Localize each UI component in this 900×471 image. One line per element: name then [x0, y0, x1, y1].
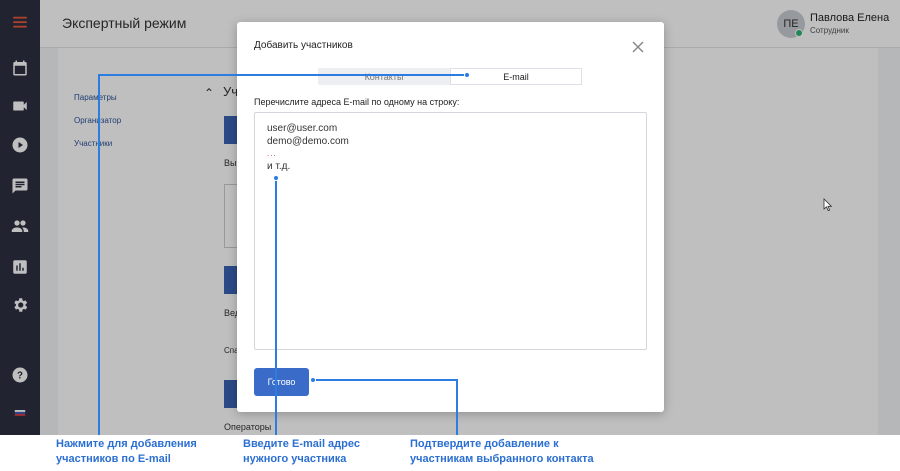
callout-line-tab-h	[98, 74, 467, 76]
dialog-title: Добавить участников	[254, 40, 353, 51]
tab-email[interactable]: E-mail	[450, 68, 582, 85]
email-line: demo@demo.com	[267, 136, 349, 147]
email-textarea[interactable]: user@user.com demo@demo.com ... и т.д.	[254, 112, 647, 350]
caption-line: Нажмите для добавления	[56, 438, 197, 450]
app-window: ? Экспертный режим ПЕ Павлова Елена Сотр…	[0, 0, 900, 435]
email-line: ...	[267, 149, 277, 158]
callout-dot-input	[273, 175, 279, 181]
caption-email-tab: Нажмите для добавления участников по E-m…	[56, 437, 197, 467]
callout-dot-tab	[464, 72, 470, 78]
callout-line-done	[456, 379, 458, 435]
mouse-cursor-icon	[823, 198, 833, 212]
email-line: user@user.com	[267, 123, 338, 134]
tab-switcher: Контакты E-mail	[318, 68, 582, 85]
tab-contacts[interactable]: Контакты	[318, 68, 450, 85]
callout-line-input	[275, 178, 277, 435]
email-line: и т.д.	[267, 161, 291, 172]
callout-line-done-h	[312, 379, 458, 381]
callout-dot-done	[310, 377, 316, 383]
caption-line: Введите E-mail адрес	[243, 438, 360, 450]
callout-line-tab	[98, 74, 100, 435]
email-field-label: Перечислите адреса E-mail по одному на с…	[254, 97, 460, 107]
done-button[interactable]: Готово	[254, 368, 309, 396]
caption-line: Подтвердите добавление к	[410, 438, 559, 450]
caption-email-input: Введите E-mail адрес нужного участника	[243, 437, 360, 467]
caption-confirm: Подтвердите добавление к участникам выбр…	[410, 437, 594, 467]
caption-line: участников по E-mail	[56, 453, 171, 465]
caption-line: участникам выбранного контакта	[410, 453, 594, 465]
add-participants-dialog: Добавить участников Контакты E-mail Пере…	[237, 22, 664, 412]
close-icon[interactable]	[631, 40, 645, 54]
caption-line: нужного участника	[243, 453, 347, 465]
